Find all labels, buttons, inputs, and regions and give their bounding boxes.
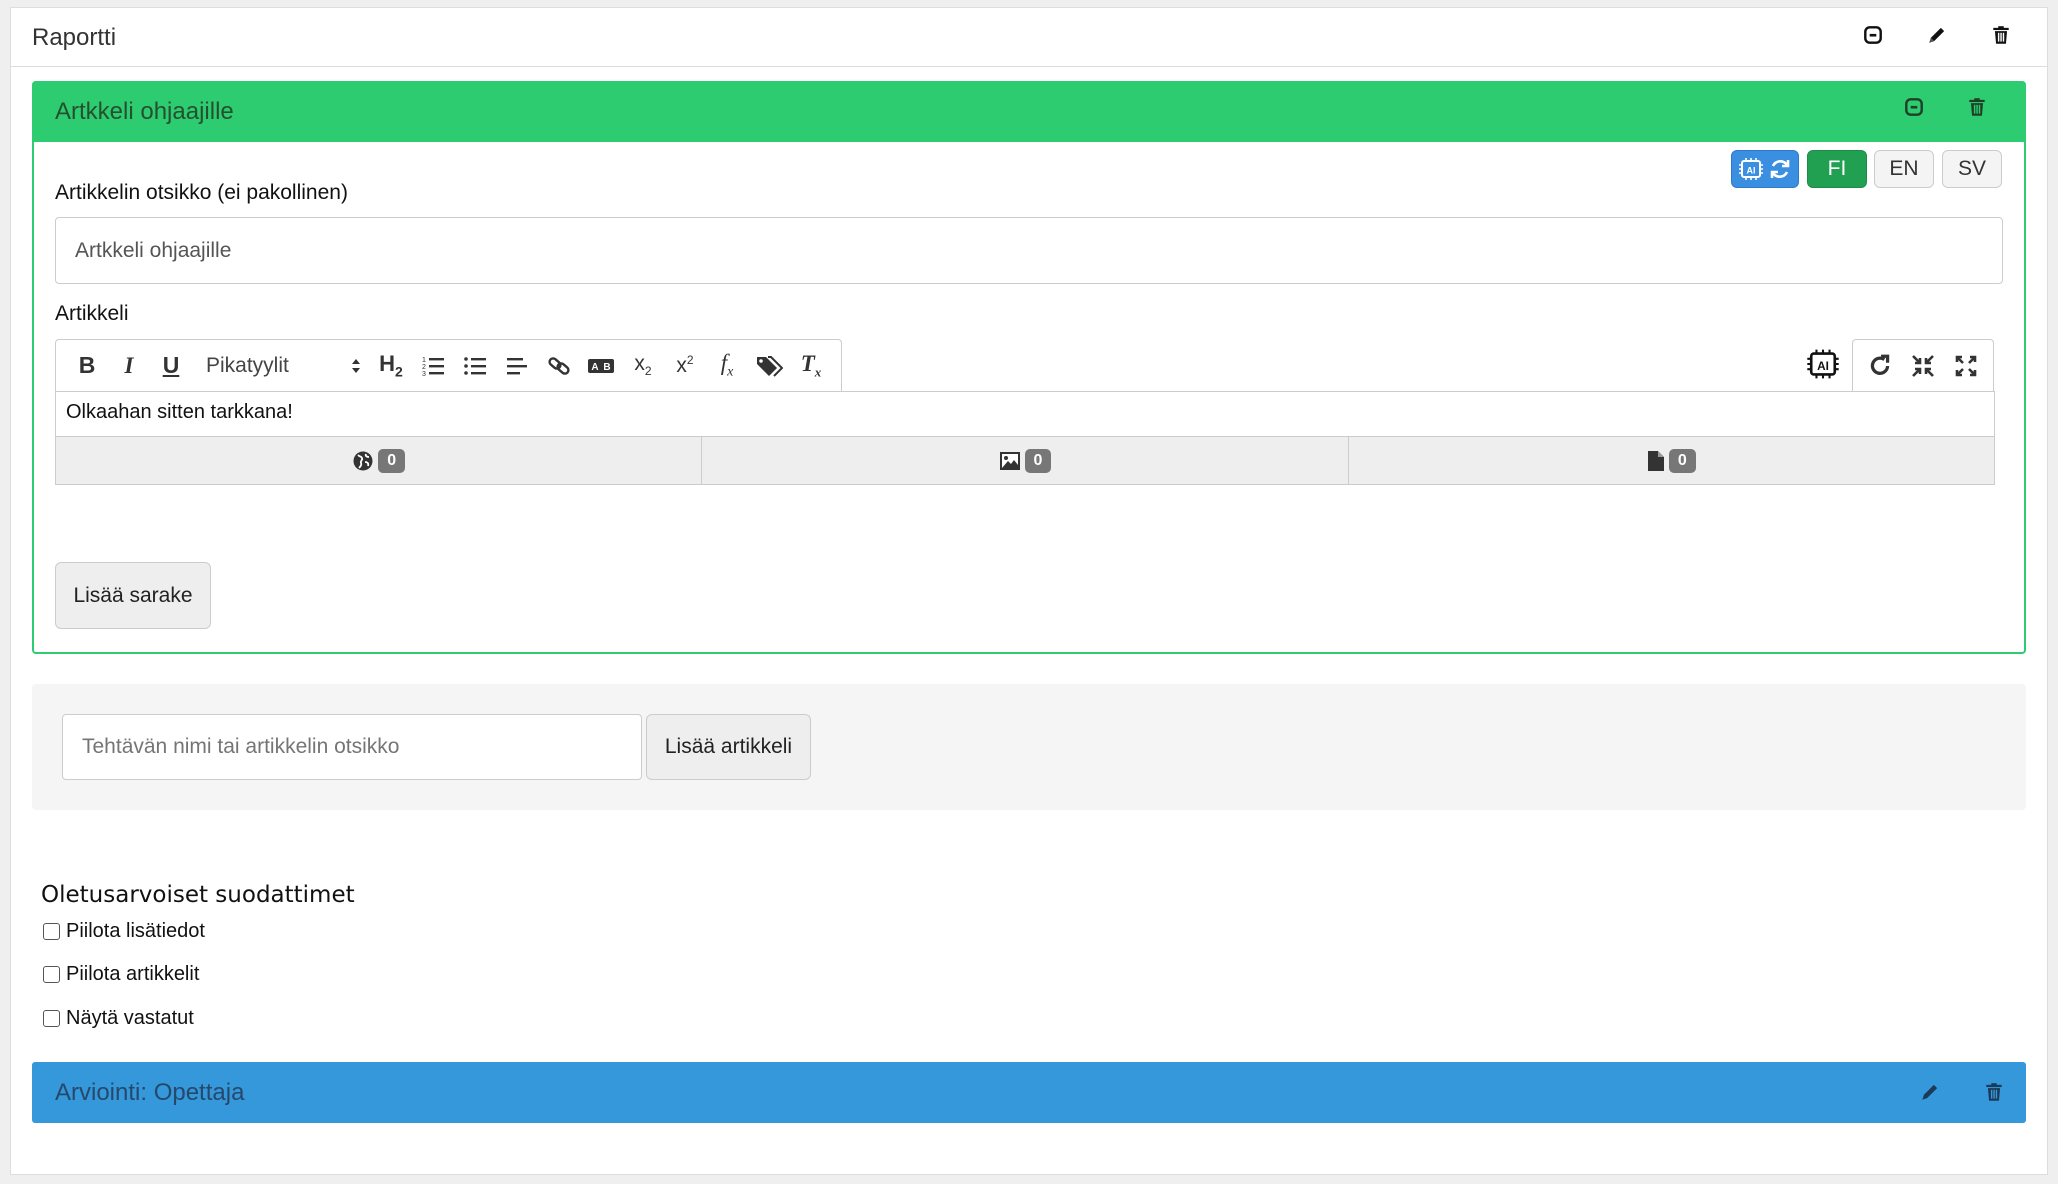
article-editor[interactable]: Olkaahan sitten tarkkana! bbox=[55, 391, 1995, 437]
compress-icon[interactable] bbox=[1902, 345, 1944, 387]
svg-text:B: B bbox=[603, 362, 610, 373]
filter-show-answered[interactable]: Näytä vastatut bbox=[43, 1007, 194, 1030]
add-article-button[interactable]: Lisää artikkeli bbox=[646, 714, 811, 780]
ai-assistant-text: AI bbox=[1817, 360, 1829, 373]
svg-text:A: A bbox=[591, 362, 598, 373]
article-panel-header bbox=[32, 81, 2026, 142]
svg-text:3: 3 bbox=[422, 371, 426, 378]
align-icon[interactable] bbox=[496, 345, 538, 387]
lang-sv-button[interactable]: SV bbox=[1942, 150, 2002, 188]
article-title-input[interactable] bbox=[55, 217, 2003, 284]
italic-icon[interactable]: I bbox=[108, 345, 150, 387]
editor-toolbar: B I U Pikatyylit H2 123 AB x2 x2 fx Tx bbox=[55, 339, 842, 391]
superscript-icon[interactable]: x2 bbox=[664, 345, 706, 387]
assessment-panel-title: Arviointi: Opettaja bbox=[55, 1079, 245, 1106]
add-column-button[interactable]: Lisää sarake bbox=[55, 562, 211, 629]
svg-text:2: 2 bbox=[422, 364, 426, 371]
refresh-icon bbox=[1768, 157, 1792, 181]
editor-toolbar-right bbox=[1852, 339, 1994, 391]
clear-format-icon[interactable]: Tx bbox=[790, 345, 832, 387]
ordered-list-icon[interactable]: 123 bbox=[412, 345, 454, 387]
collapse-icon[interactable] bbox=[1857, 19, 1889, 51]
article-trash-icon[interactable] bbox=[1961, 91, 1993, 123]
show-answered-label: Näytä vastatut bbox=[66, 1007, 194, 1029]
report-header bbox=[10, 7, 2048, 67]
new-article-input[interactable] bbox=[62, 714, 642, 780]
files-attachment-button[interactable]: 0 bbox=[1349, 437, 1994, 484]
trash-icon[interactable] bbox=[1985, 19, 2017, 51]
ai-chip-icon: AI bbox=[1738, 156, 1764, 182]
attachments-bar: 0 0 0 bbox=[55, 437, 1995, 485]
lang-fi-button[interactable]: FI bbox=[1807, 150, 1867, 188]
filter-hide-details[interactable]: Piilota lisätiedot bbox=[43, 920, 205, 943]
article-label: Artikkeli bbox=[55, 302, 129, 325]
bold-icon[interactable]: B bbox=[66, 345, 108, 387]
assessment-edit-icon[interactable] bbox=[1914, 1076, 1946, 1108]
file-icon bbox=[1647, 450, 1664, 471]
quick-styles-select[interactable]: Pikatyylit bbox=[192, 345, 370, 387]
bullet-list-icon[interactable] bbox=[454, 345, 496, 387]
filter-hide-articles[interactable]: Piilota artikkelit bbox=[43, 963, 199, 986]
redo-icon[interactable] bbox=[1859, 345, 1901, 387]
ai-translate-button[interactable]: AI bbox=[1731, 150, 1799, 188]
default-filters-title: Oletusarvoiset suodattimet bbox=[41, 882, 355, 908]
lang-en-button[interactable]: EN bbox=[1874, 150, 1934, 188]
images-attachment-button[interactable]: 0 bbox=[702, 437, 1349, 484]
report-title: Raportti bbox=[32, 24, 117, 51]
links-attachment-button[interactable]: 0 bbox=[56, 437, 703, 484]
ai-assistant-icon[interactable]: AI bbox=[1806, 347, 1840, 386]
special-chars-icon[interactable]: AB bbox=[580, 345, 622, 387]
link-icon[interactable] bbox=[538, 345, 580, 387]
links-count-badge: 0 bbox=[378, 448, 406, 473]
heading-icon[interactable]: H2 bbox=[370, 345, 412, 387]
ai-chip-text: AI bbox=[1747, 166, 1756, 176]
hide-articles-checkbox[interactable] bbox=[43, 966, 60, 983]
hide-details-checkbox[interactable] bbox=[43, 923, 60, 940]
image-icon bbox=[999, 451, 1020, 470]
files-count-badge: 0 bbox=[1668, 448, 1696, 473]
hide-details-label: Piilota lisätiedot bbox=[66, 920, 205, 942]
underline-icon[interactable]: U bbox=[150, 345, 192, 387]
formula-icon[interactable]: fx bbox=[706, 345, 748, 387]
tags-icon[interactable] bbox=[748, 345, 790, 387]
assessment-trash-icon[interactable] bbox=[1978, 1076, 2010, 1108]
hide-articles-label: Piilota artikkelit bbox=[66, 963, 200, 985]
subscript-icon[interactable]: x2 bbox=[622, 345, 664, 387]
show-answered-checkbox[interactable] bbox=[43, 1010, 60, 1027]
images-count-badge: 0 bbox=[1024, 448, 1052, 473]
assessment-panel-header bbox=[32, 1062, 2026, 1123]
globe-icon bbox=[353, 451, 373, 470]
edit-icon[interactable] bbox=[1921, 19, 1953, 51]
article-panel-title: Artkkeli ohjaajille bbox=[55, 98, 234, 125]
article-collapse-icon[interactable] bbox=[1898, 91, 1930, 123]
article-title-label: Artikkelin otsikko (ei pakollinen) bbox=[55, 181, 348, 204]
select-arrows-icon bbox=[352, 358, 360, 373]
svg-text:1: 1 bbox=[422, 357, 426, 364]
expand-icon[interactable] bbox=[1945, 345, 1987, 387]
quick-styles-label: Pikatyylit bbox=[206, 353, 289, 377]
